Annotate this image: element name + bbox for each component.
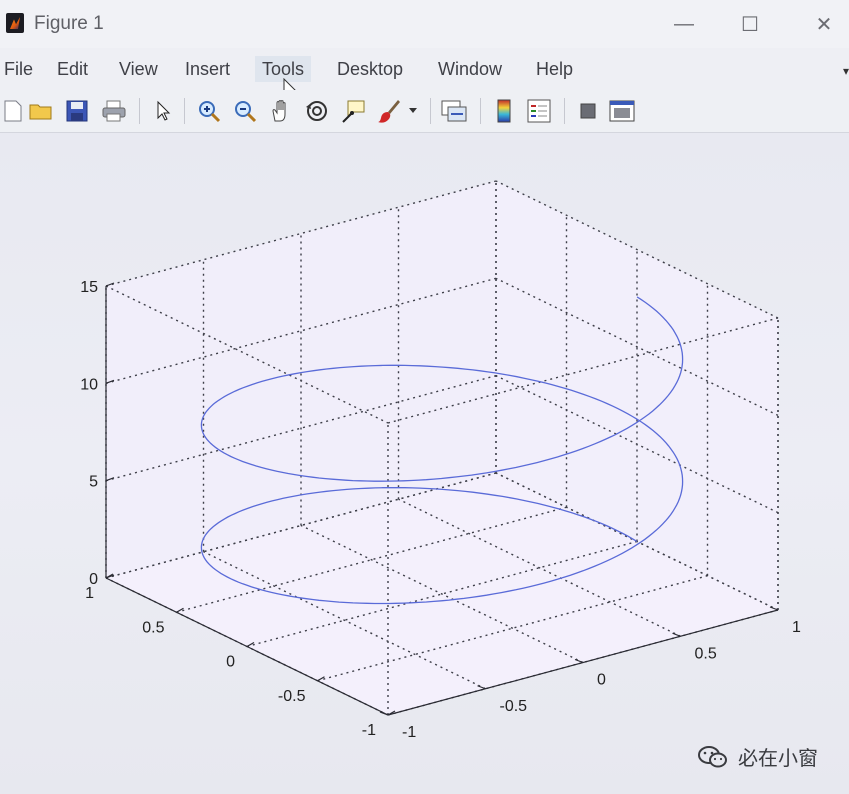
figure-canvas[interactable]: 0 5 10 15 -1 -0.5 0 0.5 1 -1 -0.5 0 0.5 1	[0, 133, 849, 794]
print-icon[interactable]	[101, 98, 127, 124]
x-tick-label: 0.5	[142, 619, 164, 636]
menu-view[interactable]: View	[117, 56, 160, 82]
toolbar-separator	[430, 98, 431, 124]
legend-icon[interactable]	[526, 98, 552, 124]
toolbar-separator	[139, 98, 140, 124]
z-tick-label: 15	[80, 279, 98, 296]
brush-dropdown-icon[interactable]	[406, 98, 420, 124]
toolbar-separator	[564, 98, 565, 124]
y-tick-label: 0.5	[695, 645, 717, 662]
z-tick-label: 10	[80, 376, 98, 393]
y-tick-label: -0.5	[500, 698, 528, 715]
axes-3d[interactable]: 051015-1-0.500.51-1-0.500.51	[0, 133, 849, 794]
minimize-button[interactable]: —	[664, 10, 704, 38]
colorbar-icon[interactable]	[491, 98, 517, 124]
show-plot-tools-icon[interactable]	[609, 98, 635, 124]
watermark-text: 必在小窗	[738, 748, 818, 770]
save-icon[interactable]	[64, 98, 90, 124]
menu-insert[interactable]: Insert	[183, 56, 232, 82]
brush-icon[interactable]	[376, 98, 402, 124]
data-cursor-icon[interactable]	[340, 98, 366, 124]
x-tick-label: -0.5	[278, 688, 306, 705]
z-tick-label: 5	[89, 474, 98, 491]
figure-toolbar	[0, 90, 849, 133]
maximize-button[interactable]: ☐	[730, 10, 770, 38]
zoom-out-icon[interactable]	[232, 98, 258, 124]
toolbar-separator	[184, 98, 185, 124]
title-bar: Figure 1 — ☐ ✕	[0, 0, 849, 48]
menu-overflow-icon[interactable]: ▾	[843, 64, 849, 78]
menu-help[interactable]: Help	[534, 56, 575, 82]
open-file-icon[interactable]	[28, 98, 54, 124]
zoom-in-icon[interactable]	[196, 98, 222, 124]
menu-edit[interactable]: Edit	[55, 56, 90, 82]
y-tick-label: -1	[402, 724, 416, 741]
wechat-icon	[698, 745, 727, 767]
x-tick-label: 1	[85, 585, 94, 602]
close-button[interactable]: ✕	[804, 10, 844, 38]
y-tick-label: 0	[597, 672, 606, 689]
y-tick-label: 1	[792, 619, 801, 636]
toolbar-separator	[480, 98, 481, 124]
rotate-3d-icon[interactable]	[304, 98, 330, 124]
menu-file[interactable]: File	[2, 56, 35, 82]
new-figure-icon[interactable]	[0, 98, 26, 124]
menu-desktop[interactable]: Desktop	[335, 56, 405, 82]
x-tick-label: 0	[226, 654, 235, 671]
pan-hand-icon[interactable]	[268, 98, 294, 124]
menu-window[interactable]: Window	[436, 56, 504, 82]
select-arrow-icon[interactable]	[151, 98, 177, 124]
window-title: Figure 1	[34, 13, 104, 34]
hide-plot-tools-icon[interactable]	[575, 98, 601, 124]
matlab-icon	[6, 13, 24, 33]
x-tick-label: -1	[362, 722, 376, 739]
link-plot-icon[interactable]	[441, 98, 467, 124]
watermark: 必在小窗	[698, 742, 818, 771]
menu-bar: File Edit View Insert Tools Desktop Wind…	[0, 48, 849, 101]
